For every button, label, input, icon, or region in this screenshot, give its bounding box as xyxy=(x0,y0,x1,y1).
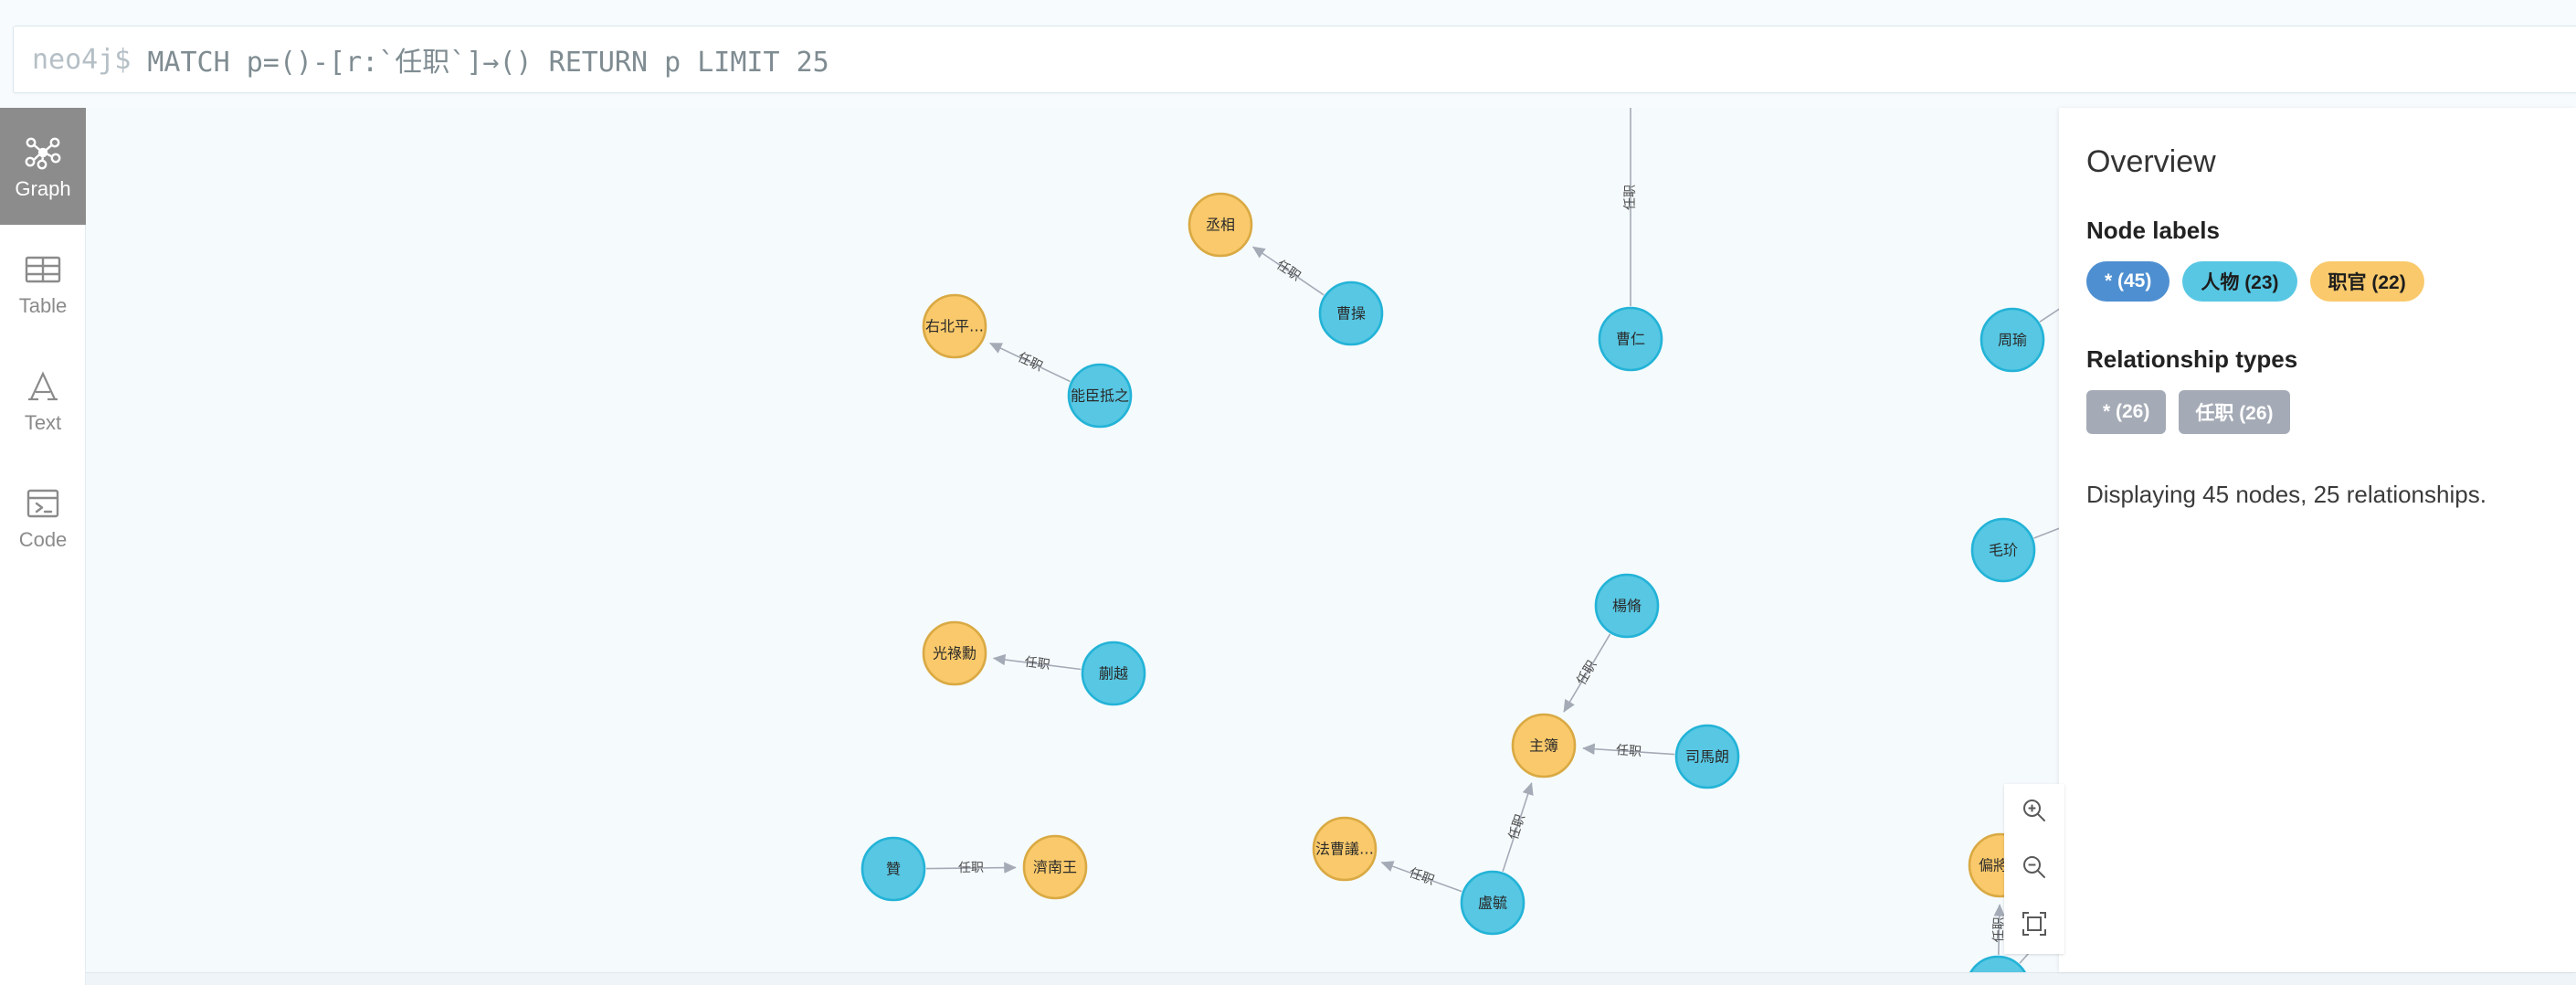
node-label-chip-office[interactable]: 职官 (22) xyxy=(2309,261,2424,302)
relationship-label: 任职 xyxy=(1615,743,1642,759)
node-label-chip-all[interactable]: * (45) xyxy=(2086,261,2170,302)
zoom-fit-button[interactable] xyxy=(2004,897,2064,954)
nodes-layer: 丞相曹操右北平…能臣抵之曹仁左右…周瑜丞相毛玠光祿勳蒯越楊脩主簿司馬朗法曹議…盧… xyxy=(860,192,2182,972)
zoom-out-icon xyxy=(2021,853,2048,885)
node-circle[interactable] xyxy=(922,620,987,686)
graph-node[interactable]: 盧毓 xyxy=(1460,870,1526,936)
sidebar-item-label: Text xyxy=(24,411,62,434)
relationship-label: 任职 xyxy=(958,861,984,875)
node-circle[interactable] xyxy=(1067,363,1133,429)
graph-node[interactable]: 周瑜 xyxy=(1980,307,2045,373)
graph-node[interactable]: 光祿勳 xyxy=(922,620,987,686)
relationships-layer: 任职任职任职任职任职任职任职任职任职任职任职任职任职任职任职 xyxy=(925,108,2117,964)
graph-node[interactable]: 楊脩 xyxy=(1594,573,1660,639)
graph-node[interactable]: 右北平… xyxy=(922,293,987,359)
relationship-label: 任职 xyxy=(1273,258,1303,284)
relationship-types-chip-row: * (26) 任职 (26) xyxy=(2086,390,2545,434)
node-circle[interactable] xyxy=(1594,573,1660,639)
relationship-type-chip-all[interactable]: * (26) xyxy=(2086,390,2167,434)
overview-status-text: Displaying 45 nodes, 25 relationships. xyxy=(2086,481,2486,508)
query-input[interactable]: MATCH p=()-[r:`任职`]→() RETURN p LIMIT 25 xyxy=(147,39,829,79)
text-icon xyxy=(23,367,63,406)
relationship-label: 任职 xyxy=(1407,865,1436,888)
node-circle[interactable] xyxy=(1598,306,1663,372)
table-icon xyxy=(23,250,63,289)
zoom-in-icon xyxy=(2021,797,2048,829)
sidebar-item-label: Table xyxy=(18,294,68,317)
node-circle[interactable] xyxy=(1188,192,1253,258)
overview-panel: Overview Node labels * (45) 人物 (23) 职官 (… xyxy=(2059,108,2576,972)
relationship-label: 任职 xyxy=(1506,813,1528,842)
sidebar-item-label: Graph xyxy=(15,177,71,200)
sidebar-item-code[interactable]: Code xyxy=(0,459,86,576)
graph-node[interactable]: 曹操 xyxy=(1318,281,1384,346)
fit-to-screen-icon xyxy=(2022,911,2047,941)
sidebar-item-text[interactable]: Text xyxy=(0,342,86,459)
query-editor-area: neo4j$ MATCH p=()-[r:`任职`]→() RETURN p L… xyxy=(0,0,2576,108)
node-circle[interactable] xyxy=(1980,307,2045,373)
relationship-label: 任职 xyxy=(1574,658,1599,687)
node-circle[interactable] xyxy=(860,836,926,902)
code-icon xyxy=(23,484,63,523)
node-circle[interactable] xyxy=(1081,641,1146,706)
zoom-controls xyxy=(2004,784,2064,954)
graph-node[interactable]: 濟南王 xyxy=(1022,834,1088,900)
graph-node[interactable]: 蒯越 xyxy=(1081,641,1146,706)
query-editor-bar[interactable]: neo4j$ MATCH p=()-[r:`任职`]→() RETURN p L… xyxy=(13,26,2576,93)
graph-node[interactable]: 毛玠 xyxy=(1970,517,2036,583)
relationship-label: 任职 xyxy=(1623,185,1638,210)
sidebar-item-table[interactable]: Table xyxy=(0,225,86,342)
node-label-chip-person[interactable]: 人物 (23) xyxy=(2182,261,2297,302)
graph-node[interactable]: 丞相 xyxy=(1188,192,1253,258)
editor-prompt: neo4j$ xyxy=(32,43,132,76)
relationship-type-chip-renzhi[interactable]: 任职 (26) xyxy=(2179,390,2290,434)
node-labels-chip-row: * (45) 人物 (23) 职官 (22) xyxy=(2086,261,2545,302)
relationship-label: 任职 xyxy=(1024,655,1051,673)
graph-icon xyxy=(23,133,63,172)
node-circle[interactable] xyxy=(1674,724,1740,789)
zoom-out-button[interactable] xyxy=(2004,841,2064,897)
node-circle[interactable] xyxy=(1312,816,1378,882)
graph-node[interactable]: 主簿 xyxy=(1511,713,1577,778)
view-mode-sidebar: Graph Table Text Code xyxy=(0,108,86,985)
node-labels-heading: Node labels xyxy=(2086,217,2220,244)
node-circle[interactable] xyxy=(922,293,987,359)
neo4j-browser-result-frame: neo4j$ MATCH p=()-[r:`任职`]→() RETURN p L… xyxy=(0,0,2576,985)
graph-node[interactable]: 劉琮 xyxy=(1967,955,2029,972)
bottom-strip xyxy=(0,972,2576,985)
node-circle[interactable] xyxy=(1970,517,2036,583)
sidebar-item-label: Code xyxy=(18,528,68,551)
graph-node[interactable]: 贊 xyxy=(860,836,926,902)
graph-node[interactable]: 法曹議… xyxy=(1312,816,1378,882)
overview-title: Overview xyxy=(2086,144,2216,179)
node-circle[interactable] xyxy=(1022,834,1088,900)
graph-node[interactable]: 司馬朗 xyxy=(1674,724,1740,789)
relationship-label: 任职 xyxy=(1016,350,1045,375)
zoom-in-button[interactable] xyxy=(2004,784,2064,841)
node-circle[interactable] xyxy=(1967,955,2029,972)
graph-node[interactable]: 曹仁 xyxy=(1598,306,1663,372)
node-circle[interactable] xyxy=(1460,870,1526,936)
sidebar-item-graph[interactable]: Graph xyxy=(0,108,86,225)
relationship-types-heading: Relationship types xyxy=(2086,345,2298,373)
graph-node[interactable]: 能臣抵之 xyxy=(1067,363,1133,429)
node-circle[interactable] xyxy=(1318,281,1384,346)
node-circle[interactable] xyxy=(1511,713,1577,778)
